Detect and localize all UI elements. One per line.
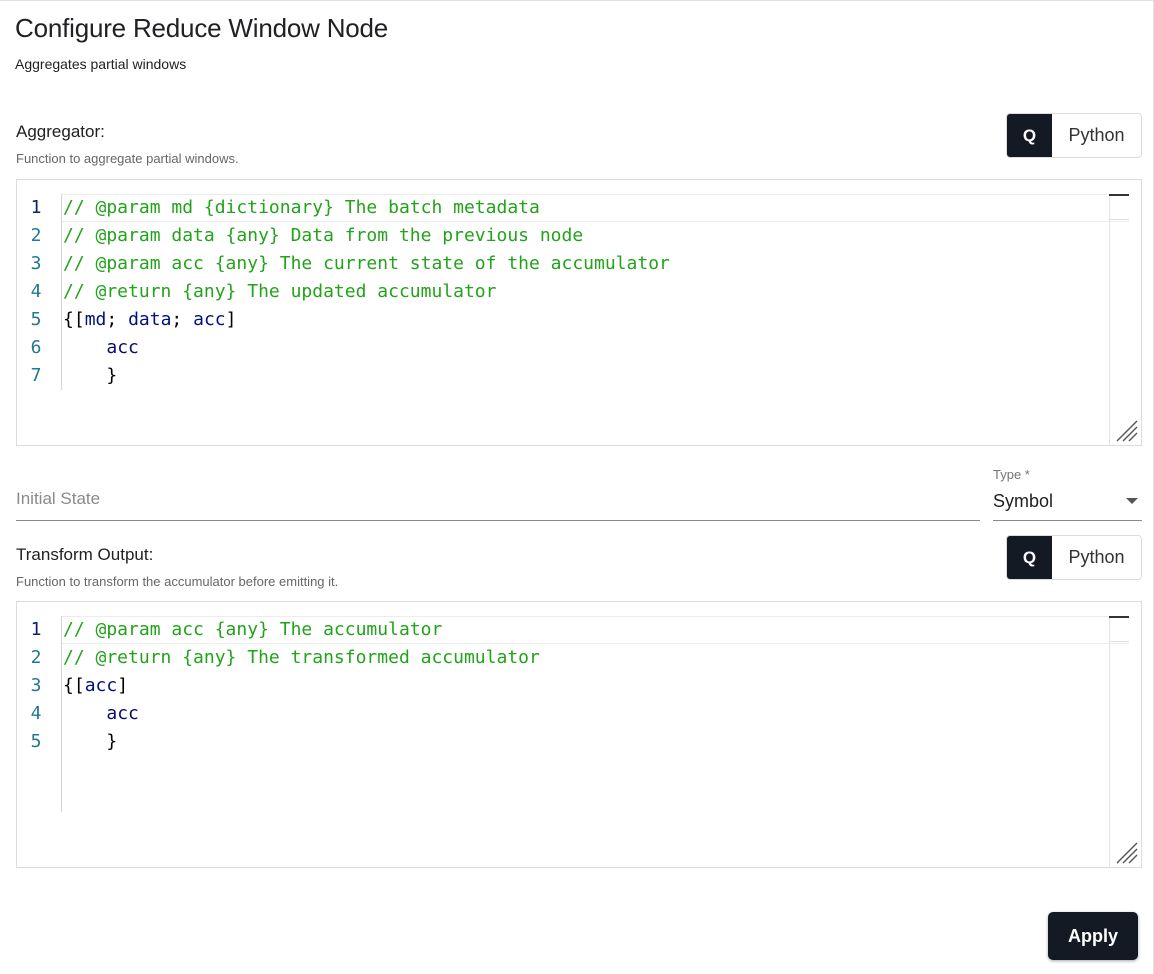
aggregator-help: Function to aggregate partial windows. [16,151,239,166]
code-line[interactable]: 2 // @param data {any} Data from the prev… [17,222,670,250]
code-line[interactable]: 3 {[acc] [17,672,540,700]
aggregator-label: Aggregator: [16,122,105,141]
code-line[interactable]: 7 } [17,362,670,390]
code-line[interactable]: 1 // @param acc {any} The accumulator [17,616,540,644]
configure-node-panel: Configure Reduce Window Node Aggregates … [0,0,1154,974]
transform-language-toggle: Q Python [1006,535,1142,580]
editor-scrollbar[interactable] [1109,194,1129,445]
code-token: } [63,731,118,752]
code-token: acc [106,337,139,358]
code-token: } [63,365,118,386]
apply-button[interactable]: Apply [1048,912,1138,960]
transform-code[interactable]: 1 // @param acc {any} The accumulator 2 // … [17,616,540,756]
page-title: Configure Reduce Window Node [15,13,389,43]
code-token: ] [117,675,129,696]
code-line[interactable]: 1 // @param md {dictionary} The batch met… [17,194,670,222]
editor-scrollbar-thumb[interactable] [1109,616,1129,642]
aggregator-python-button[interactable]: Python [1052,114,1141,157]
code-token: ] [225,309,237,330]
page-subtitle: Aggregates partial windows [15,56,187,72]
initial-state-field [16,479,980,521]
code-token: // @param data {any} Data from the previ… [63,225,584,246]
resize-handle-icon[interactable] [1113,417,1139,443]
editor-scrollbar[interactable] [1109,616,1129,867]
code-token: // @param acc {any} The current state of… [63,253,670,274]
code-token: // @param acc {any} The accumulator [63,619,443,640]
code-token: // @return {any} The transformed accumul… [63,647,540,668]
code-text: // @param md {dictionary} The batch meta… [61,194,540,222]
transform-output-label: Transform Output: [16,545,154,564]
code-text: // @return {any} The transformed accumul… [61,644,540,672]
aggregator-q-button[interactable]: Q [1007,114,1052,157]
code-token: data [128,309,172,330]
code-token: // @return {any} The updated accumulator [63,281,497,302]
aggregator-code-editor[interactable]: 1 // @param md {dictionary} The batch met… [16,179,1142,446]
transform-code-editor[interactable]: 1 // @param acc {any} The accumulator 2 // … [16,601,1142,868]
code-line[interactable]: 2 // @return {any} The transformed accumu… [17,644,540,672]
code-token: acc [193,309,226,330]
code-token: {[ [63,675,85,696]
code-line[interactable]: 4 // @return {any} The updated accumulato… [17,278,670,306]
line-number: 6 [30,337,42,358]
aggregator-language-toggle: Q Python [1006,113,1142,158]
code-text: acc [61,334,139,362]
line-number: 3 [30,253,42,274]
line-number: 1 [30,619,42,640]
line-number: 5 [30,309,42,330]
code-text: // @param data {any} Data from the previ… [61,222,583,250]
code-token: {[ [63,309,85,330]
code-text: // @param acc {any} The accumulator [61,616,442,644]
code-text: // @return {any} The updated accumulator [61,278,496,306]
transform-output-help: Function to transform the accumulator be… [16,574,339,589]
editor-scrollbar-thumb[interactable] [1109,194,1129,220]
code-line[interactable]: 5 {[md; data; acc] [17,306,670,334]
line-number: 2 [30,225,42,246]
dropdown-caret-icon [1126,498,1138,504]
line-number: 3 [30,675,42,696]
code-token: ; [106,309,129,330]
line-number: 1 [30,197,42,218]
code-line[interactable]: 3 // @param acc {any} The current state o… [17,250,670,278]
code-token: acc [106,703,139,724]
line-number: 2 [30,647,42,668]
initial-state-input[interactable] [16,489,980,509]
aggregator-code[interactable]: 1 // @param md {dictionary} The batch met… [17,194,670,390]
transform-q-button[interactable]: Q [1007,536,1052,579]
type-select[interactable]: Type * Symbol [993,463,1142,521]
code-text: } [61,362,117,390]
code-line[interactable]: 6 acc [17,334,670,362]
code-text: {[acc] [61,672,128,700]
type-select-label: Type * [993,467,1030,482]
line-number: 4 [30,281,42,302]
code-line[interactable]: 4 acc [17,700,540,728]
code-text: acc [61,700,139,728]
line-number: 5 [30,731,42,752]
code-text: } [61,728,117,756]
line-number: 7 [30,365,42,386]
code-line[interactable]: 5 } [17,728,540,756]
code-token: acc [84,675,118,696]
line-number: 4 [30,703,42,724]
code-text: {[md; data; acc] [61,306,236,334]
code-token: md [84,309,107,330]
type-select-value: Symbol [993,491,1054,511]
code-token: ; [171,309,194,330]
code-token: // @param md {dictionary} The batch meta… [63,197,540,218]
transform-python-button[interactable]: Python [1052,536,1141,579]
code-text: // @param acc {any} The current state of… [61,250,670,278]
resize-handle-icon[interactable] [1113,839,1139,865]
